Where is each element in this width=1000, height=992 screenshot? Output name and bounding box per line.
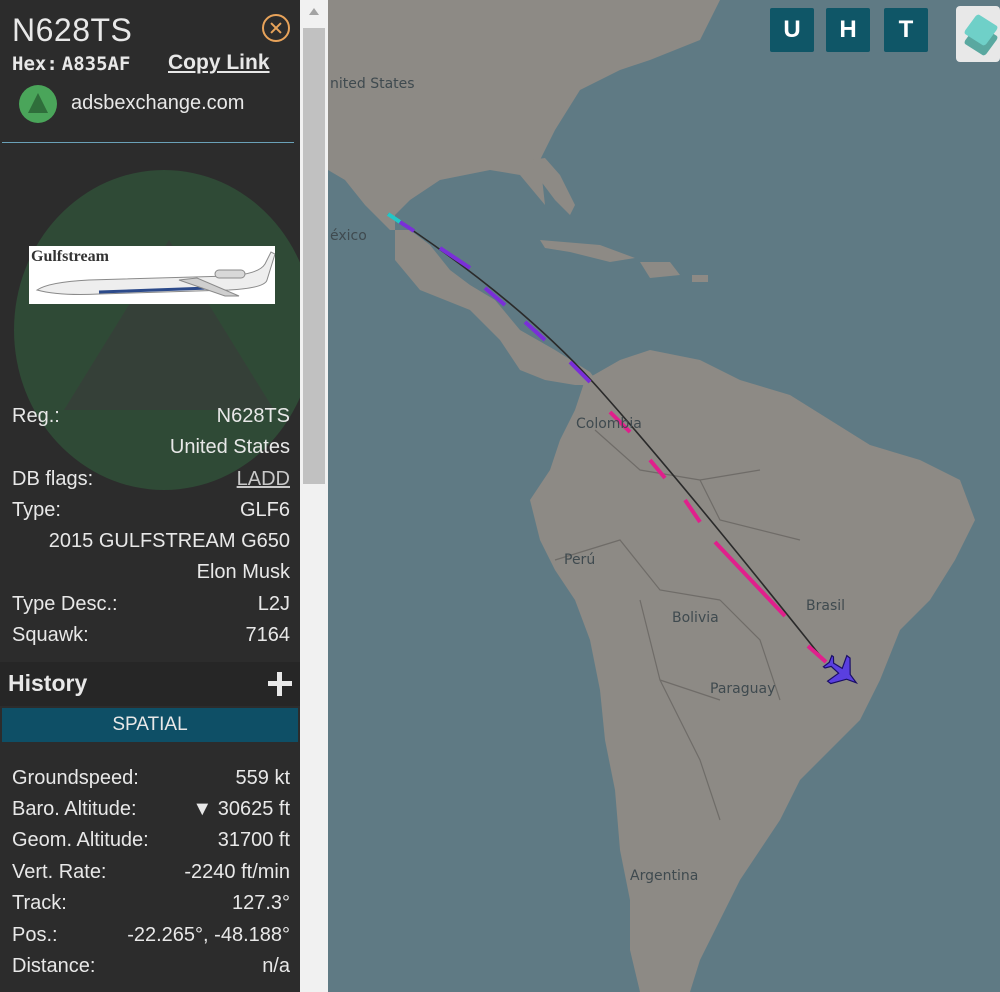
history-header[interactable]: History xyxy=(0,662,300,706)
groundspeed-label: Groundspeed: xyxy=(12,767,139,789)
photo-brand: Gulfstream xyxy=(31,248,109,265)
label-colombia: Colombia xyxy=(576,416,642,432)
map-button-u[interactable]: U xyxy=(770,8,814,52)
hex-line: Hex: A835AF xyxy=(12,53,130,75)
history-title: History xyxy=(8,670,88,696)
hex-label: Hex: xyxy=(12,53,58,75)
owner-row: Elon Musk xyxy=(12,559,290,585)
aircraft-photo[interactable]: Gulfstream xyxy=(29,246,276,304)
label-bolivia: Bolivia xyxy=(672,610,719,626)
distance-value: n/a xyxy=(262,955,290,977)
reg-value: N628TS xyxy=(216,405,290,427)
model-value: 2015 GULFSTREAM G650 xyxy=(48,530,290,552)
baro-altitude-value: ▼ 30625 ft xyxy=(192,798,290,820)
country-row: United States xyxy=(12,434,290,460)
callsign-title: N628TS xyxy=(12,12,133,48)
map-button-h[interactable]: H xyxy=(826,8,870,52)
typedesc-value: L2J xyxy=(257,593,290,615)
distance-label: Distance: xyxy=(12,955,96,977)
hex-value: A835AF xyxy=(61,53,131,75)
groundspeed-value: 559 kt xyxy=(235,767,290,789)
spatial-section-header[interactable]: SPATIAL xyxy=(2,708,298,742)
label-peru: Perú xyxy=(564,552,595,568)
squawk-row: Squawk: 7164 xyxy=(12,622,290,648)
label-mexico: éxico xyxy=(330,228,367,244)
label-paraguay: Paraguay xyxy=(710,681,775,697)
distance-row: Distance: n/a xyxy=(12,953,290,979)
map-button-t[interactable]: T xyxy=(884,8,928,52)
track-label: Track: xyxy=(12,892,67,914)
type-row: Type: GLF6 xyxy=(12,497,290,523)
baro-altitude-row: Baro. Altitude: ▼ 30625 ft xyxy=(12,796,290,822)
typedesc-row: Type Desc.: L2J xyxy=(12,591,290,617)
scroll-up-arrow-icon[interactable] xyxy=(309,8,319,15)
geom-altitude-row: Geom. Altitude: 31700 ft xyxy=(12,827,290,853)
divider xyxy=(2,142,294,143)
country-value: United States xyxy=(169,436,290,458)
layers-icon[interactable] xyxy=(956,6,1000,62)
owner-value: Elon Musk xyxy=(196,561,290,583)
position-row: Pos.: -22.265°, -48.188° xyxy=(12,922,290,948)
type-value: GLF6 xyxy=(239,499,290,521)
track-row: Track: 127.3° xyxy=(12,890,290,916)
position-value: -22.265°, -48.188° xyxy=(127,924,290,946)
dbflags-link[interactable]: LADD xyxy=(237,466,290,492)
label-brasil: Brasil xyxy=(806,598,845,614)
label-united-states: nited States xyxy=(330,76,415,92)
reg-row: Reg.: N628TS xyxy=(12,403,290,429)
adsbexchange-logo-icon[interactable] xyxy=(19,85,57,123)
dbflags-label: DB flags: xyxy=(12,468,94,490)
source-link[interactable]: adsbexchange.com xyxy=(71,92,244,115)
typedesc-label: Type Desc.: xyxy=(12,593,118,615)
geom-altitude-label: Geom. Altitude: xyxy=(12,829,149,851)
scrollbar-thumb[interactable] xyxy=(303,28,325,484)
copy-link[interactable]: Copy Link xyxy=(168,51,270,75)
model-row: 2015 GULFSTREAM G650 xyxy=(12,528,290,554)
vert-rate-row: Vert. Rate: -2240 ft/min xyxy=(12,859,290,885)
position-label: Pos.: xyxy=(12,924,58,946)
map-view[interactable]: nited States éxico Colombia Perú Bolivia… xyxy=(328,0,1000,992)
groundspeed-row: Groundspeed: 559 kt xyxy=(12,765,290,791)
type-label: Type: xyxy=(12,499,61,521)
expand-plus-icon[interactable] xyxy=(268,672,292,696)
squawk-label: Squawk: xyxy=(12,624,89,646)
sidebar-scrollbar[interactable] xyxy=(300,0,328,992)
dbflags-row: DB flags: LADD xyxy=(12,466,290,492)
map-canvas[interactable]: nited States éxico Colombia Perú Bolivia… xyxy=(328,0,1000,992)
reg-label: Reg.: xyxy=(12,405,60,427)
puerto-rico-land xyxy=(692,275,708,282)
geom-altitude-value: 31700 ft xyxy=(217,829,290,851)
track-value: 127.3° xyxy=(231,892,290,914)
vert-rate-value: -2240 ft/min xyxy=(184,861,290,883)
squawk-value: 7164 xyxy=(245,624,291,646)
aircraft-info-panel: N628TS Hex: A835AF Copy Link adsbexchange… xyxy=(0,0,300,992)
close-icon[interactable] xyxy=(262,14,290,42)
baro-altitude-label: Baro. Altitude: xyxy=(12,798,137,820)
label-argentina: Argentina xyxy=(630,868,698,884)
vert-rate-label: Vert. Rate: xyxy=(12,861,107,883)
